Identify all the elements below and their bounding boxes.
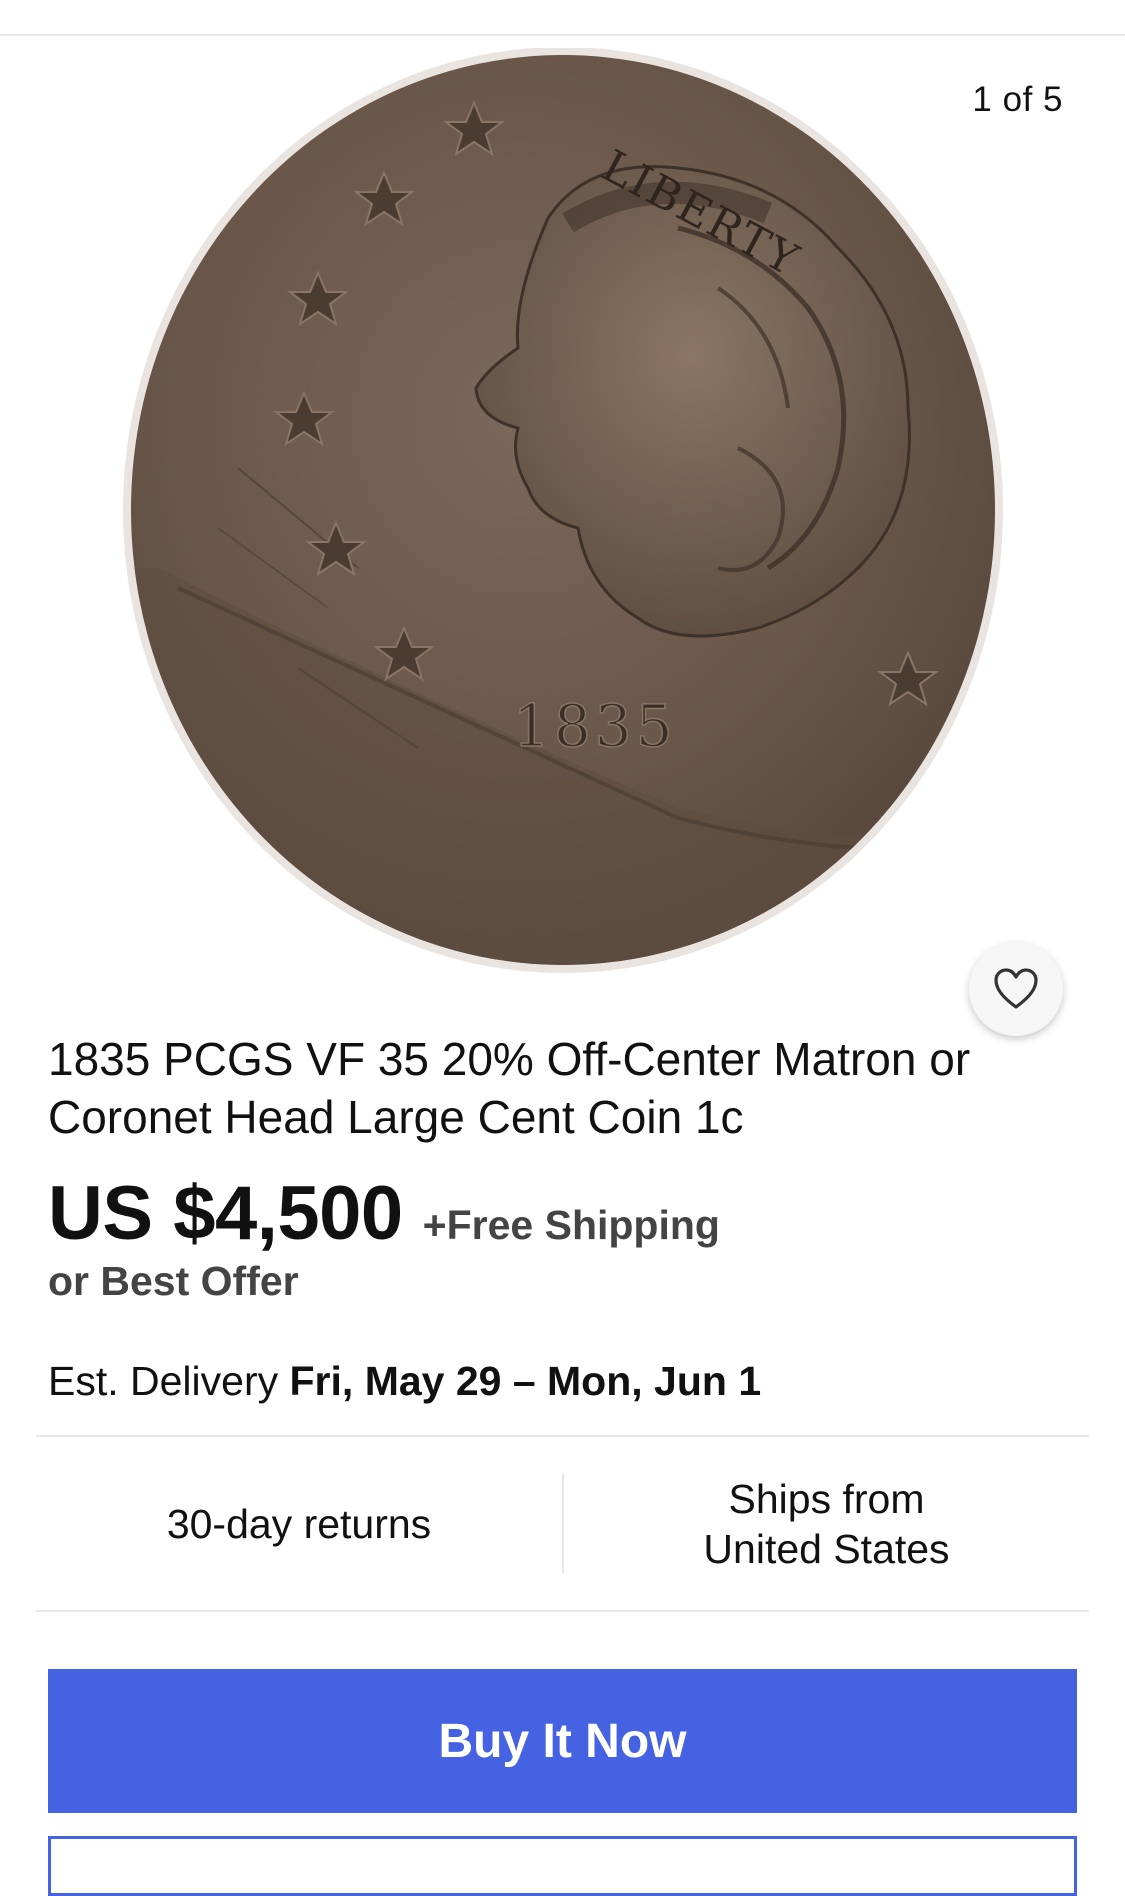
delivery-dates: Fri, May 29 – Mon, Jun 1 (289, 1358, 762, 1404)
listing-title: 1835 PCGS VF 35 20% Off-Center Matron or… (48, 1033, 971, 1143)
ships-from-country: United States (703, 1525, 950, 1572)
delivery-prefix: Est. Delivery (48, 1358, 279, 1404)
image-gallery[interactable]: LIBERTY 1835 1 of 5 (0, 36, 1125, 1036)
ships-from-info: Ships from United States (564, 1437, 1089, 1610)
top-bar (0, 0, 1125, 36)
best-offer-label: or Best Offer (48, 1258, 299, 1304)
price: US $4,500 (48, 1171, 403, 1256)
top-bar-cutoff-icon (900, 0, 960, 6)
buy-it-now-button[interactable]: Buy It Now (48, 1669, 1077, 1813)
estimated-delivery: Est. Delivery Fri, May 29 – Mon, Jun 1 (48, 1358, 761, 1405)
watch-button[interactable] (969, 942, 1063, 1036)
returns-label: 30-day returns (166, 1500, 432, 1547)
price-row: US $4,500 +Free Shipping (48, 1170, 720, 1260)
image-counter: 1 of 5 (972, 80, 1063, 119)
ships-from-label: Ships from (728, 1475, 925, 1522)
coin-image[interactable]: LIBERTY 1835 (118, 48, 1008, 978)
heart-icon (994, 968, 1038, 1009)
info-strip: 30-day returns Ships from United States (36, 1435, 1089, 1612)
coin-date-text: 1835 (513, 692, 677, 760)
secondary-action-button[interactable] (48, 1836, 1077, 1896)
returns-info: 30-day returns (36, 1437, 562, 1610)
shipping-label: +Free Shipping (422, 1202, 720, 1248)
